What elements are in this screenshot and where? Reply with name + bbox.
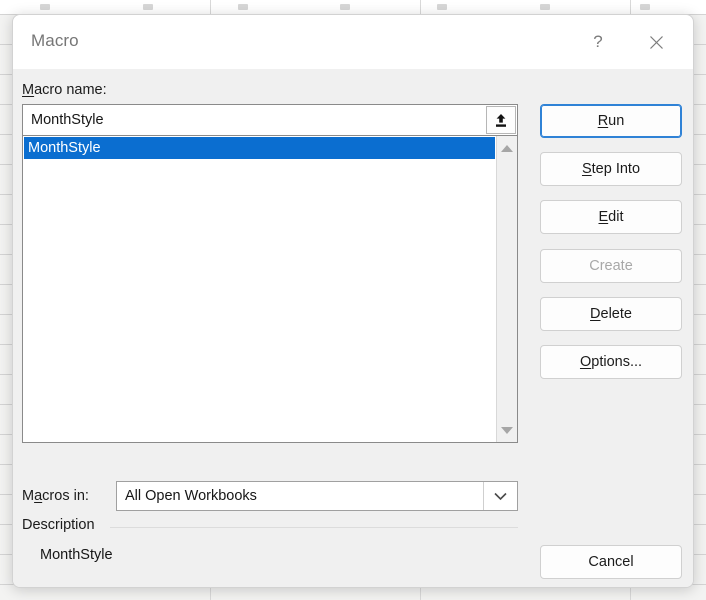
edit-accesskey: E (598, 209, 609, 225)
triangle-down-icon[interactable] (497, 420, 517, 440)
step-into-accesskey: S (581, 161, 592, 177)
ribbon-label-ghost (540, 4, 550, 10)
cancel-button[interactable]: Cancel (540, 545, 682, 579)
options-accesskey: O (579, 354, 592, 370)
ribbon-label-ghost (40, 4, 50, 10)
cancel-label: Cancel (588, 554, 634, 570)
delete-label-rest: elete (600, 306, 632, 322)
ribbon-label-ghost (640, 4, 650, 10)
help-icon[interactable]: ? (581, 27, 615, 57)
ribbon-label-ghost (437, 4, 447, 10)
edit-button[interactable]: Edit (540, 200, 682, 234)
macro-list-items: MonthStyle (23, 136, 496, 442)
step-into-label-rest: tep Into (591, 161, 641, 177)
run-accesskey: R (597, 113, 609, 129)
macros-in-label-rest: cros in: (42, 488, 89, 504)
chevron-down-icon[interactable] (483, 482, 517, 510)
macro-listbox[interactable]: MonthStyle (22, 135, 518, 443)
description-divider (110, 527, 518, 528)
step-into-button[interactable]: Step Into (540, 152, 682, 186)
delete-button[interactable]: Delete (540, 297, 682, 331)
ribbon-label-ghost (143, 4, 153, 10)
description-label: Description (22, 517, 95, 533)
list-item[interactable]: MonthStyle (24, 137, 495, 159)
run-label-rest: un (608, 113, 625, 129)
ribbon-strip (0, 0, 706, 14)
triangle-up-icon[interactable] (497, 138, 517, 158)
close-icon[interactable] (639, 27, 673, 57)
macro-name-accesskey: M (22, 82, 35, 98)
upload-arrow-icon[interactable] (486, 106, 516, 134)
macros-in-label-pre: M (22, 488, 35, 504)
ribbon-label-ghost (238, 4, 248, 10)
macro-name-field[interactable] (22, 104, 518, 136)
macro-name-input[interactable] (23, 106, 494, 134)
description-text: MonthStyle (40, 547, 113, 563)
macro-name-label: Macro name: (22, 82, 107, 98)
options-button[interactable]: Options... (540, 345, 682, 379)
dialog-title: Macro (31, 31, 79, 50)
create-button: Create (540, 249, 682, 283)
macro-name-label-rest: acro name: (34, 82, 107, 98)
ribbon-label-ghost (340, 4, 350, 10)
listbox-scrollbar[interactable] (496, 136, 517, 442)
macros-in-select[interactable]: All Open Workbooks (116, 481, 518, 511)
macros-in-accesskey: a (34, 488, 43, 504)
macro-dialog: Macro ? Macro name: MonthStyle MonthStyl… (12, 14, 694, 588)
create-label: Create (589, 258, 633, 274)
edit-label-rest: dit (608, 209, 624, 225)
macros-in-value: All Open Workbooks (125, 488, 257, 504)
run-button[interactable]: Run (540, 104, 682, 138)
macros-in-label: Macros in: (22, 488, 89, 504)
options-label-rest: ptions... (591, 354, 643, 370)
dialog-titlebar: Macro ? (13, 15, 693, 69)
dialog-body: Macro name: MonthStyle Macros in: (13, 69, 693, 587)
delete-accesskey: D (590, 306, 601, 322)
